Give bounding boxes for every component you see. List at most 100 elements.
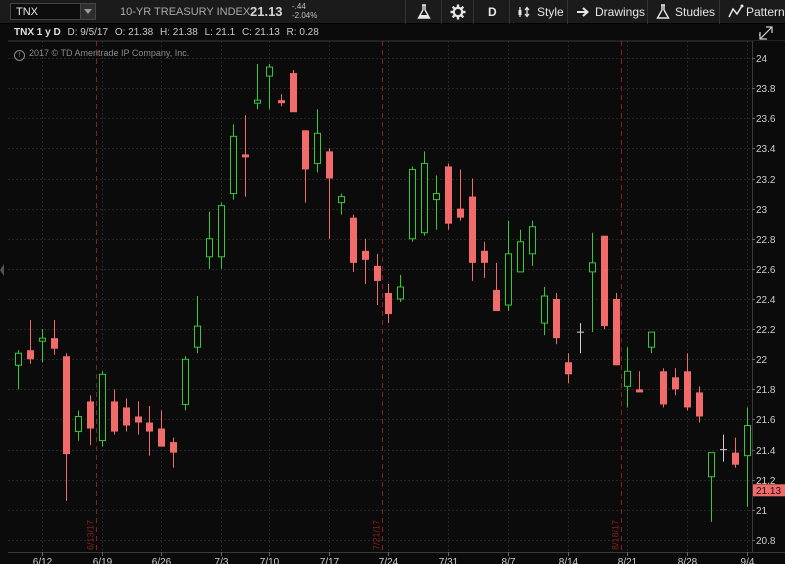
beaker-button[interactable] — [405, 0, 441, 24]
candle-body-down — [302, 130, 309, 170]
candle-body-up — [529, 226, 536, 255]
candle-body-down — [493, 289, 500, 312]
y-tick-label: 23.2 — [756, 175, 776, 186]
y-tick-label: 21.8 — [756, 385, 776, 396]
grid-lines — [8, 41, 752, 552]
x-tick-label: 8/28 — [678, 557, 698, 564]
symbol-dropdown-button[interactable] — [80, 4, 95, 19]
candle-body-down — [565, 362, 572, 375]
candle-body-up — [230, 135, 237, 195]
arrow-right-icon — [577, 7, 590, 17]
copyright-notice: ! 2017 © TD Ameritrade IP Company, Inc. — [14, 48, 189, 61]
y-tick-label: 24 — [756, 54, 768, 65]
candle-body-down — [278, 100, 285, 104]
studies-menu-button[interactable]: Studies — [647, 0, 719, 24]
x-tick-label: 7/24 — [379, 557, 399, 564]
candle-body-up — [182, 358, 189, 405]
candle-body-down — [123, 407, 130, 426]
percent-change: -2.04% — [292, 11, 318, 20]
last-price-tag-label: 21.13 — [756, 486, 781, 497]
x-tick-label: 7/3 — [215, 557, 229, 564]
copyright-text: 2017 © TD Ameritrade IP Company, Inc. — [29, 48, 190, 58]
candle-body-down — [660, 371, 667, 405]
x-tick-label: 7/17 — [320, 557, 340, 564]
time-axis: 6/12 6/19 6/26 7/3 7/10 7/17 7/24 7/31 8/7 8/14 8/… — [8, 552, 785, 564]
y-tick-label: 23.8 — [756, 84, 776, 95]
candle-body-up — [254, 99, 261, 104]
candle-body-down — [290, 73, 297, 113]
x-tick-label: 6/26 — [152, 557, 172, 564]
candle-body-down — [146, 422, 153, 432]
candle-body-up — [75, 415, 82, 433]
timeframe-button[interactable]: D — [473, 0, 509, 24]
price-chart[interactable]: 6/13/17 7/21/17 8/18/17 24 23.8 23.6 23.4 23.2… — [0, 24, 785, 564]
patterns-icon — [728, 4, 744, 18]
event-marker-label: 8/18/17 — [611, 520, 621, 550]
y-tick-label: 21 — [756, 506, 768, 517]
gear-icon — [450, 4, 466, 20]
y-tick-label: 22.2 — [756, 325, 776, 336]
candle-body-down — [111, 401, 118, 432]
y-tick-label: 23.6 — [756, 114, 776, 125]
bar-high: H: 21.38 — [159, 27, 198, 38]
candle-body-down — [63, 356, 70, 455]
net-change: -.44 — [292, 2, 306, 11]
x-tick-label: 8/7 — [502, 557, 516, 564]
candle-body-up — [517, 241, 524, 273]
timeframe-label: D — [488, 5, 497, 19]
candle-body-down — [684, 371, 691, 408]
candle-body-up — [397, 286, 404, 300]
candle-body-up — [218, 205, 225, 258]
chart-header: TNX 1 y D D: 9/5/17 O: 21.38 H: 21.38 L:… — [14, 27, 323, 38]
candlesticks — [15, 64, 763, 522]
x-tick-label: 9/4 — [741, 557, 755, 564]
symbol-text: TNX — [16, 6, 38, 18]
candle-body-down — [135, 416, 142, 423]
candle-body-down — [481, 250, 488, 263]
event-marker-label: 6/13/17 — [86, 520, 96, 550]
bar-open: O: 21.38 — [114, 27, 154, 38]
patterns-menu-button[interactable]: Patterns — [719, 0, 785, 24]
y-tick-label: 20.8 — [756, 536, 776, 547]
candle-body-up — [589, 262, 596, 273]
last-price: 21.13 — [250, 4, 283, 19]
symbol-input[interactable]: TNX — [10, 3, 96, 20]
instrument-description: 10-YR TREASURY INDEX — [120, 6, 251, 18]
candle-body-down — [732, 452, 739, 465]
bar-date: D: 9/5/17 — [67, 27, 109, 38]
expand-icon[interactable] — [759, 26, 773, 40]
candle-body-down — [672, 377, 679, 390]
candle-body-down — [445, 166, 452, 224]
bar-range: R: 0.28 — [286, 27, 319, 38]
drawings-menu-button[interactable]: Drawings — [567, 0, 647, 24]
y-tick-label: 23.4 — [756, 144, 776, 155]
chart-title: TNX 1 y D — [14, 27, 61, 38]
settings-button[interactable] — [441, 0, 473, 24]
panel-resize-handle[interactable] — [0, 264, 4, 276]
candle-body-down — [326, 151, 333, 179]
candle-body-down — [696, 392, 703, 417]
y-tick-label: 21.4 — [756, 446, 776, 457]
event-marker-label: 7/21/17 — [372, 520, 382, 550]
candle-body-up — [624, 370, 631, 387]
candle-body-up — [409, 168, 416, 240]
candle-body-down — [636, 389, 643, 393]
candle-body-up — [421, 162, 428, 234]
style-icon — [518, 6, 530, 18]
x-tick-label: 7/31 — [439, 557, 459, 564]
x-tick-label: 8/14 — [559, 557, 579, 564]
candle-body-up — [505, 253, 512, 306]
candle-body-down — [613, 299, 620, 366]
candle-body-down — [51, 338, 58, 349]
style-menu-button[interactable]: Style — [509, 0, 567, 24]
candle-body-down — [27, 350, 34, 360]
y-tick-label: 22 — [756, 355, 768, 366]
candle-body-up — [39, 337, 46, 342]
candle-body-down — [601, 235, 608, 327]
chart-panel[interactable]: 6/13/17 7/21/17 8/18/17 24 23.8 23.6 23.4 23.2… — [0, 24, 785, 564]
y-tick-label: 23 — [756, 205, 768, 216]
candle-body-down — [87, 401, 94, 429]
candle-body-down — [350, 217, 357, 263]
candle-body-up — [338, 196, 345, 204]
x-tick-label: 6/19 — [93, 557, 113, 564]
